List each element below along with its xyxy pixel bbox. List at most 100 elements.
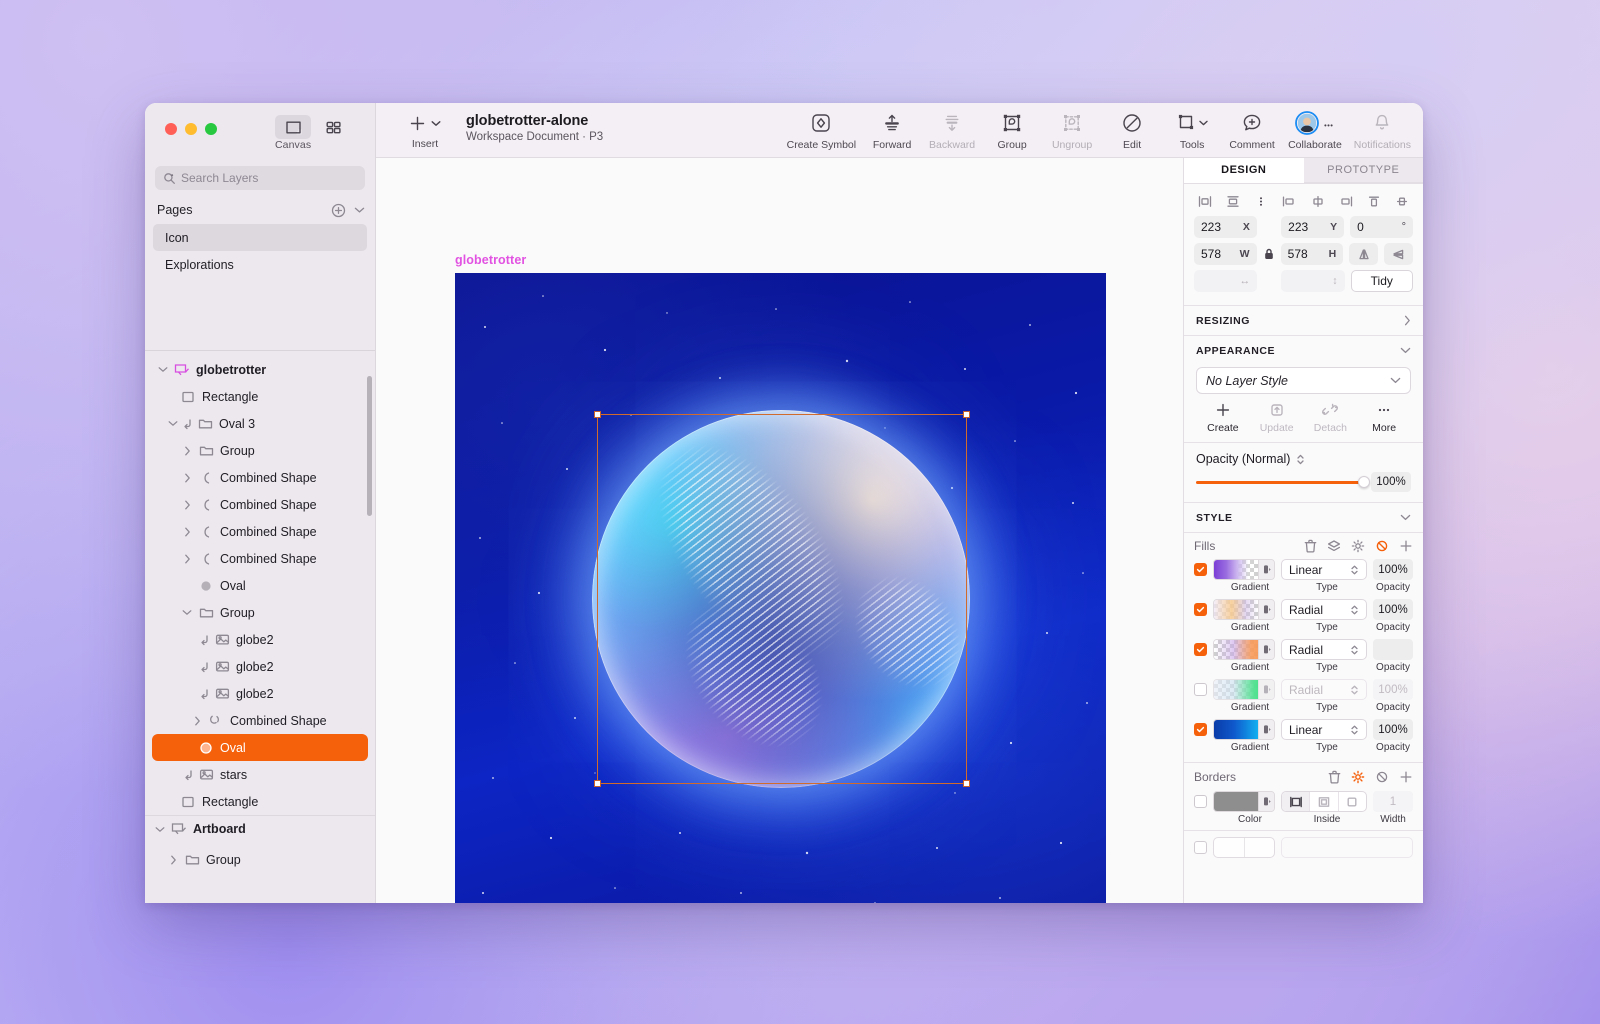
border-inside-icon[interactable] — [1310, 792, 1338, 811]
stepper-icon[interactable] — [1350, 604, 1359, 616]
artboard-globetrotter[interactable] — [455, 273, 1106, 903]
fill-type-select[interactable]: Radial — [1281, 679, 1367, 700]
fill-enabled-checkbox[interactable] — [1194, 723, 1207, 736]
gradient-picker-icon[interactable] — [1258, 640, 1274, 659]
layer-row-combined-shape-3[interactable]: Combined Shape — [152, 518, 368, 545]
edit-button[interactable]: Edit — [1102, 110, 1162, 151]
page-item-icon[interactable]: Icon — [153, 224, 367, 251]
layer-row-combined-shape-2[interactable]: Combined Shape — [152, 491, 368, 518]
tools-button[interactable]: Tools — [1162, 110, 1222, 151]
opacity-slider-knob[interactable] — [1358, 476, 1370, 488]
layer-row-globetrotter[interactable]: globetrotter — [152, 356, 368, 383]
fill-opacity-field[interactable]: 100% — [1373, 719, 1413, 740]
create-style-button[interactable]: Create — [1196, 402, 1250, 434]
fill-opacity-field[interactable]: 100% — [1373, 599, 1413, 620]
page-item-explorations[interactable]: Explorations — [153, 251, 367, 278]
layer-row-oval[interactable]: Oval — [152, 572, 368, 599]
fill-gradient-swatch[interactable] — [1213, 719, 1275, 740]
pages-chevron-down-icon[interactable] — [354, 206, 365, 214]
disclosure-right-icon[interactable] — [179, 500, 195, 510]
border-position-segmented[interactable] — [1281, 791, 1367, 812]
layer-style-select[interactable]: No Layer Style — [1196, 367, 1411, 394]
disclosure-right-icon[interactable] — [179, 473, 195, 483]
layer-row-rectangle[interactable]: Rectangle — [152, 383, 368, 410]
border-center-icon[interactable] — [1282, 792, 1310, 811]
fill-opacity-field[interactable]: 100% — [1373, 559, 1413, 580]
align-center-horizontal-icon[interactable] — [1224, 193, 1242, 209]
backward-button[interactable]: Backward — [922, 110, 982, 151]
fill-gradient-swatch[interactable] — [1213, 679, 1275, 700]
disclosure-down-icon[interactable] — [165, 420, 181, 427]
align-distribute-icon[interactable] — [1252, 193, 1270, 209]
add-border-icon[interactable] — [1399, 770, 1413, 784]
fill-gradient-swatch[interactable] — [1213, 599, 1275, 620]
layer-row-oval-selected[interactable]: Oval — [152, 734, 368, 761]
delete-fill-icon[interactable] — [1304, 539, 1317, 553]
notifications-button[interactable]: Notifications — [1348, 110, 1417, 151]
gradient-picker-icon[interactable] — [1258, 560, 1274, 579]
gradient-picker-icon[interactable] — [1258, 720, 1274, 739]
chevron-down-icon[interactable] — [1400, 514, 1411, 521]
partial-icon-1[interactable] — [1214, 838, 1245, 857]
update-style-button[interactable]: Update — [1250, 402, 1304, 434]
detach-style-button[interactable]: Detach — [1304, 402, 1358, 434]
add-fill-icon[interactable] — [1399, 539, 1413, 553]
layer-row-rectangle-2[interactable]: Rectangle — [152, 788, 368, 815]
layer-row-combined-shape-1[interactable]: Combined Shape — [152, 464, 368, 491]
partial-segmented[interactable] — [1213, 837, 1275, 858]
maximize-window-button[interactable] — [205, 123, 217, 135]
tidy-button[interactable]: Tidy — [1351, 270, 1413, 292]
ungroup-button[interactable]: Ungroup — [1042, 110, 1102, 151]
layer-list-scrollbar[interactable] — [367, 376, 372, 516]
y-field[interactable]: 223 Y — [1281, 216, 1344, 238]
lock-proportions-icon[interactable] — [1263, 248, 1275, 260]
selection-bounding-box[interactable] — [597, 414, 967, 784]
opacity-slider[interactable] — [1196, 481, 1364, 484]
delete-border-icon[interactable] — [1328, 770, 1341, 784]
fill-gradient-swatch[interactable] — [1213, 639, 1275, 660]
align-middle-icon[interactable] — [1309, 193, 1327, 209]
width-field[interactable]: 578 W — [1194, 243, 1257, 265]
align-end-icon[interactable] — [1337, 193, 1355, 209]
align-top-icon[interactable] — [1365, 193, 1383, 209]
view-mode-toggle[interactable] — [275, 115, 351, 139]
align-vertical-center-icon[interactable] — [1393, 193, 1411, 209]
opacity-value-field[interactable]: 100% — [1371, 472, 1411, 492]
gradient-picker-icon[interactable] — [1258, 680, 1274, 699]
window-controls[interactable] — [165, 123, 217, 135]
canvas-view-button[interactable] — [275, 115, 311, 139]
forward-button[interactable]: Forward — [862, 110, 922, 151]
radius-vertical-field[interactable]: ↕ — [1281, 270, 1344, 292]
fill-enabled-checkbox[interactable] — [1194, 643, 1207, 656]
border-width-field[interactable]: 1 — [1373, 791, 1413, 812]
rotation-field[interactable]: 0 ° — [1350, 216, 1413, 238]
tab-design[interactable]: DESIGN — [1184, 158, 1304, 183]
selection-handle-bottom-left[interactable] — [594, 780, 601, 787]
layer-row-globe2-3[interactable]: globe2 — [152, 680, 368, 707]
fill-settings-gear-icon[interactable] — [1351, 539, 1365, 553]
disclosure-down-icon[interactable] — [152, 826, 168, 833]
fill-type-select[interactable]: Linear — [1281, 719, 1367, 740]
insert-tool[interactable]: Insert — [398, 111, 452, 150]
layer-row-group[interactable]: Group — [152, 437, 368, 464]
style-section-header[interactable]: STYLE — [1184, 502, 1423, 532]
layer-row-globe2-2[interactable]: globe2 — [152, 653, 368, 680]
group-button[interactable]: Group — [982, 110, 1042, 151]
height-field[interactable]: 578 H — [1281, 243, 1344, 265]
disclosure-right-icon[interactable] — [179, 527, 195, 537]
fill-type-select[interactable]: Radial — [1281, 639, 1367, 660]
selection-handle-top-left[interactable] — [594, 411, 601, 418]
more-style-button[interactable]: More — [1357, 402, 1411, 434]
chevron-down-icon[interactable] — [1390, 377, 1401, 384]
color-picker-icon[interactable] — [1258, 792, 1274, 811]
create-symbol-button[interactable]: Create Symbol — [781, 110, 862, 151]
resizing-section-header[interactable]: RESIZING — [1184, 305, 1423, 335]
gradient-picker-icon[interactable] — [1258, 600, 1274, 619]
close-window-button[interactable] — [165, 123, 177, 135]
partial-select[interactable] — [1281, 837, 1413, 858]
fill-enabled-checkbox[interactable] — [1194, 683, 1207, 696]
chevron-right-icon[interactable] — [1404, 315, 1411, 326]
layer-row-stars[interactable]: stars — [152, 761, 368, 788]
disclosure-right-icon[interactable] — [179, 554, 195, 564]
add-page-icon[interactable] — [331, 203, 346, 218]
